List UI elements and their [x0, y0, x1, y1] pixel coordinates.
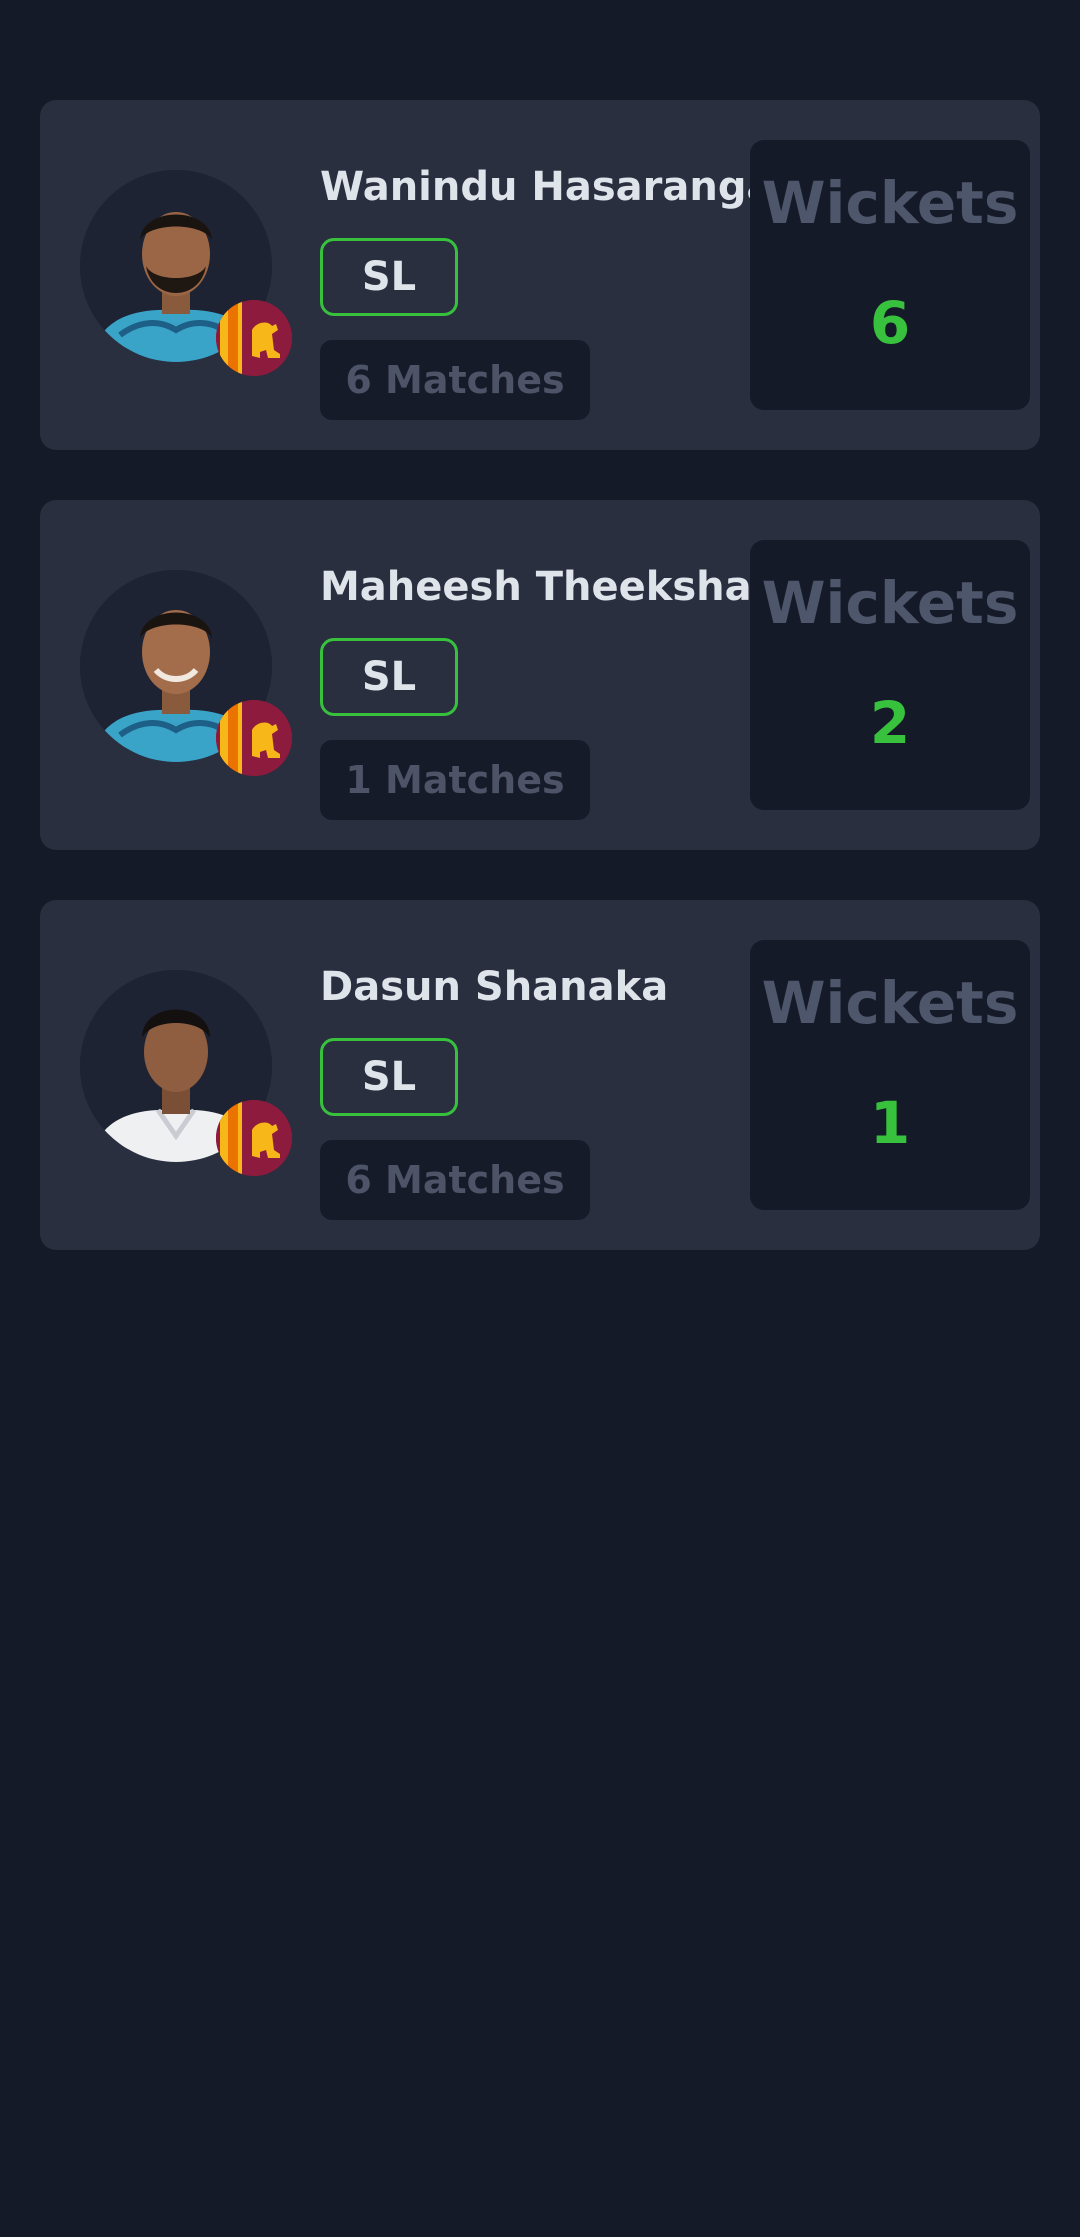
sri-lanka-flag-icon: [216, 300, 292, 376]
player-name: Maheesh Theeksha: [320, 564, 750, 610]
stat-value: 1: [869, 1089, 911, 1157]
wickets-stat-box: Wickets 1: [750, 940, 1030, 1210]
team-badge: SL: [320, 238, 458, 316]
player-card[interactable]: Maheesh Theeksha SL 1 Matches Wickets 2: [40, 500, 1040, 850]
stat-value: 6: [869, 289, 911, 357]
matches-count: 6 Matches: [320, 1140, 590, 1220]
wickets-stat-box: Wickets 2: [750, 540, 1030, 810]
player-card[interactable]: Dasun Shanaka SL 6 Matches Wickets 1: [40, 900, 1040, 1250]
player-stats-list: Wanindu Hasaranga SL 6 Matches Wickets 6: [40, 100, 1040, 1300]
player-name: Dasun Shanaka: [320, 964, 669, 1010]
team-badge: SL: [320, 1038, 458, 1116]
sri-lanka-flag-icon: [216, 700, 292, 776]
team-badge: SL: [320, 638, 458, 716]
player-avatar-container: [80, 970, 292, 1176]
stat-label: Wickets: [761, 569, 1019, 637]
player-avatar-container: [80, 170, 292, 376]
sri-lanka-flag-icon: [216, 1100, 292, 1176]
stat-label: Wickets: [761, 969, 1019, 1037]
player-name: Wanindu Hasaranga: [320, 164, 750, 210]
matches-count: 6 Matches: [320, 340, 590, 420]
matches-count: 1 Matches: [320, 740, 590, 820]
stat-value: 2: [869, 689, 911, 757]
stat-label: Wickets: [761, 169, 1019, 237]
player-card[interactable]: Wanindu Hasaranga SL 6 Matches Wickets 6: [40, 100, 1040, 450]
player-avatar-container: [80, 570, 292, 776]
wickets-stat-box: Wickets 6: [750, 140, 1030, 410]
